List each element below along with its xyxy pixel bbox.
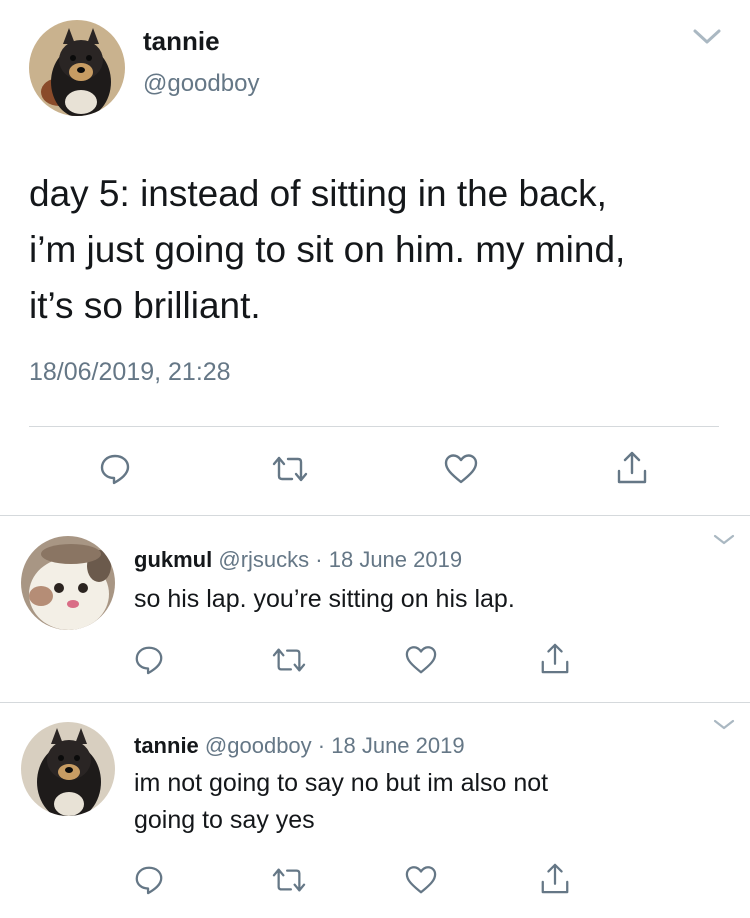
reply-avatar[interactable]	[21, 722, 115, 816]
main-divider	[29, 426, 719, 427]
reply-header: gukmul @rjsucks · 18 June 2019	[134, 547, 462, 573]
reply-handle[interactable]: @rjsucks	[218, 547, 309, 572]
like-icon[interactable]	[404, 644, 438, 676]
reply-icon[interactable]	[98, 452, 132, 486]
main-tweet-text: day 5: instead of sitting in the back, i…	[29, 166, 625, 334]
main-tweet-text-line: i’m just going to sit on him. my mind,	[29, 229, 626, 270]
reply-icon[interactable]	[133, 644, 165, 676]
reply-avatar[interactable]	[21, 536, 115, 630]
main-chevron-down-icon[interactable]	[692, 28, 722, 46]
main-display-name[interactable]: tannie	[143, 26, 220, 57]
retweet-icon[interactable]	[270, 452, 310, 486]
like-icon[interactable]	[443, 452, 479, 486]
reply-text-line: so his lap. you’re sitting on his lap.	[134, 585, 515, 613]
retweet-icon[interactable]	[270, 644, 308, 676]
share-icon[interactable]	[615, 449, 649, 487]
reply-text-line: im not going to say no but im also not	[134, 769, 549, 797]
main-tweet-text-line: day 5: instead of sitting in the back,	[29, 173, 607, 214]
reply-display-name[interactable]: tannie	[134, 733, 199, 758]
reply-text-line: going to say yes	[134, 806, 315, 834]
main-tweet-text-line: it’s so brilliant.	[29, 285, 261, 326]
section-divider	[0, 515, 750, 516]
reply-icon[interactable]	[133, 864, 165, 896]
share-icon[interactable]	[539, 641, 571, 677]
main-handle[interactable]: @goodboy	[143, 70, 259, 98]
like-icon[interactable]	[404, 864, 438, 896]
reply-chevron-down-icon[interactable]	[712, 533, 736, 547]
reply-separator: ·	[317, 733, 326, 758]
reply-text: im not going to say no but im also not g…	[134, 765, 548, 839]
reply-header: tannie @goodboy · 18 June 2019	[134, 733, 465, 759]
reply-separator: ·	[315, 547, 323, 572]
retweet-icon[interactable]	[270, 864, 308, 896]
reply-handle[interactable]: @goodboy	[205, 733, 312, 758]
main-avatar[interactable]	[29, 20, 125, 116]
reply-chevron-down-icon[interactable]	[712, 718, 736, 732]
share-icon[interactable]	[539, 861, 571, 897]
main-timestamp[interactable]: 18/06/2019, 21:28	[29, 358, 231, 387]
reply-text: so his lap. you’re sitting on his lap.	[134, 581, 515, 618]
reply-date[interactable]: 18 June 2019	[331, 733, 464, 758]
reply-divider	[0, 702, 750, 703]
reply-date[interactable]: 18 June 2019	[329, 547, 462, 572]
reply-display-name[interactable]: gukmul	[134, 547, 212, 572]
